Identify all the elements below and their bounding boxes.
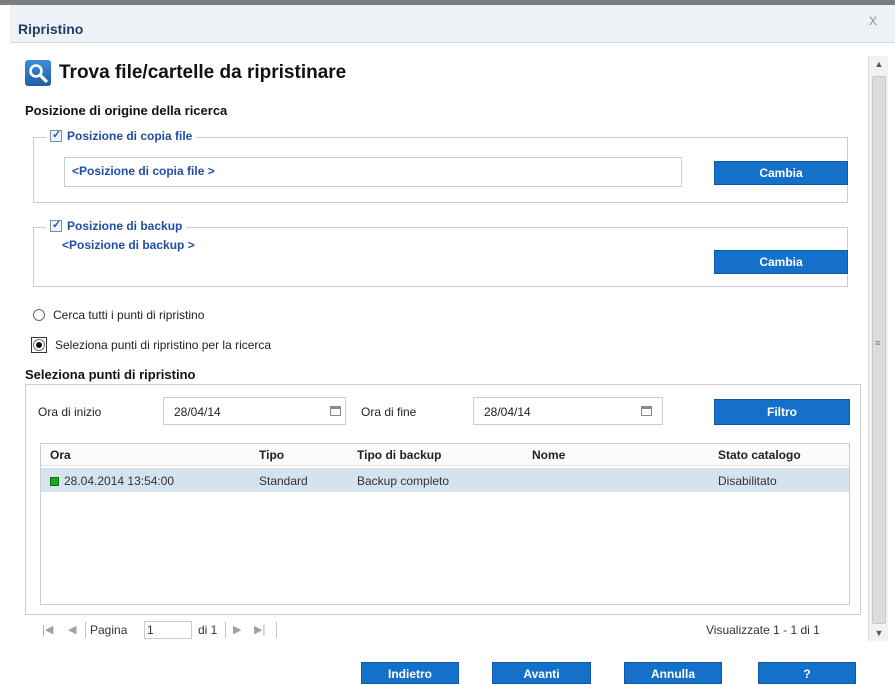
- file-copy-legend[interactable]: Posizione di copia file: [46, 128, 197, 143]
- radio-search-all-button[interactable]: [33, 309, 45, 321]
- table-header: Ora Tipo Tipo di backup Nome Stato catal…: [41, 444, 849, 466]
- search-icon: [25, 60, 51, 86]
- back-button[interactable]: Indietro: [361, 662, 459, 684]
- cell-time-text: 28.04.2014 13:54:00: [64, 474, 175, 488]
- backup-label: Posizione di backup: [67, 219, 183, 233]
- dialog-title: Ripristino: [18, 21, 84, 37]
- restore-points-heading: Seleziona punti di ripristino: [25, 367, 196, 382]
- table-row[interactable]: 28.04.2014 13:54:00 Standard Backup comp…: [41, 468, 849, 492]
- first-page-icon[interactable]: |◀: [42, 623, 53, 636]
- scroll-up-arrow-icon[interactable]: ▲: [869, 56, 889, 72]
- column-header-time[interactable]: Ora: [50, 448, 71, 462]
- radio-select-points[interactable]: Seleziona punti di ripristino per la ric…: [31, 337, 271, 353]
- calendar-icon[interactable]: [641, 406, 652, 416]
- backup-path: <Posizione di backup >: [62, 238, 195, 252]
- scroll-grip-icon: ≡: [875, 338, 881, 348]
- restore-points-table: Ora Tipo Tipo di backup Nome Stato catal…: [40, 443, 850, 605]
- help-button[interactable]: ?: [758, 662, 856, 684]
- backup-legend[interactable]: Posizione di backup: [46, 218, 187, 233]
- page-title: Trova file/cartelle da ripristinare: [59, 62, 347, 83]
- next-page-icon[interactable]: ▶: [233, 623, 241, 636]
- radio-search-all-label: Cerca tutti i punti di ripristino: [53, 308, 205, 322]
- file-copy-change-button[interactable]: Cambia: [714, 161, 848, 185]
- file-copy-path: <Posizione di copia file >: [72, 164, 215, 178]
- last-page-icon[interactable]: ▶|: [254, 623, 265, 636]
- prev-page-icon[interactable]: ◀: [68, 623, 76, 636]
- backup-checkbox[interactable]: [50, 218, 62, 232]
- dialog-titlebar: [10, 5, 895, 43]
- end-date-field[interactable]: 28/04/14: [473, 397, 663, 425]
- start-date-field[interactable]: 28/04/14: [163, 397, 346, 425]
- pager-divider: [85, 622, 86, 638]
- page-number-input[interactable]: 1: [144, 621, 192, 639]
- pager-divider: [276, 622, 277, 638]
- radio-select-points-button[interactable]: [33, 339, 45, 351]
- end-time-label: Ora di fine: [361, 405, 417, 419]
- cell-time: 28.04.2014 13:54:00: [50, 474, 174, 488]
- radio-search-all[interactable]: Cerca tutti i punti di ripristino: [33, 308, 204, 322]
- backup-change-button[interactable]: Cambia: [714, 250, 848, 274]
- filter-button[interactable]: Filtro: [714, 399, 850, 425]
- column-header-backup-type[interactable]: Tipo di backup: [357, 448, 441, 462]
- column-header-name[interactable]: Nome: [532, 448, 565, 462]
- scroll-down-arrow-icon[interactable]: ▼: [869, 625, 889, 641]
- cell-backup-type: Backup completo: [357, 474, 450, 488]
- file-copy-checkbox[interactable]: [50, 128, 62, 142]
- scrollbar-thumb[interactable]: ≡: [872, 76, 886, 624]
- file-copy-label: Posizione di copia file: [67, 129, 193, 143]
- radio-select-points-frame[interactable]: [31, 337, 47, 353]
- page-count-label: di 1: [198, 623, 218, 637]
- column-header-catalog-status[interactable]: Stato catalogo: [718, 448, 801, 462]
- cancel-button[interactable]: Annulla: [624, 662, 722, 684]
- vertical-scrollbar[interactable]: ▲ ≡ ▼: [868, 56, 888, 641]
- close-icon[interactable]: x: [869, 12, 877, 30]
- pager-summary: Visualizzate 1 - 1 di 1: [706, 623, 820, 637]
- start-date-value: 28/04/14: [174, 405, 221, 419]
- pager-divider: [225, 622, 226, 638]
- page-label: Pagina: [90, 623, 128, 637]
- cell-catalog-status: Disabilitato: [718, 474, 777, 488]
- cell-type: Standard: [259, 474, 308, 488]
- radio-select-points-label: Seleziona punti di ripristino per la ric…: [55, 338, 272, 352]
- start-time-label: Ora di inizio: [38, 405, 102, 419]
- pagination-toolbar: |◀ ◀ Pagina 1 di 1 ▶ ▶| Visualizzate 1 -…: [40, 621, 855, 642]
- next-button[interactable]: Avanti: [492, 662, 591, 684]
- column-header-type[interactable]: Tipo: [259, 448, 284, 462]
- end-date-value: 28/04/14: [484, 405, 531, 419]
- search-origin-heading: Posizione di origine della ricerca: [25, 103, 228, 118]
- calendar-icon[interactable]: [330, 406, 341, 416]
- recovery-point-status-icon: [50, 477, 59, 486]
